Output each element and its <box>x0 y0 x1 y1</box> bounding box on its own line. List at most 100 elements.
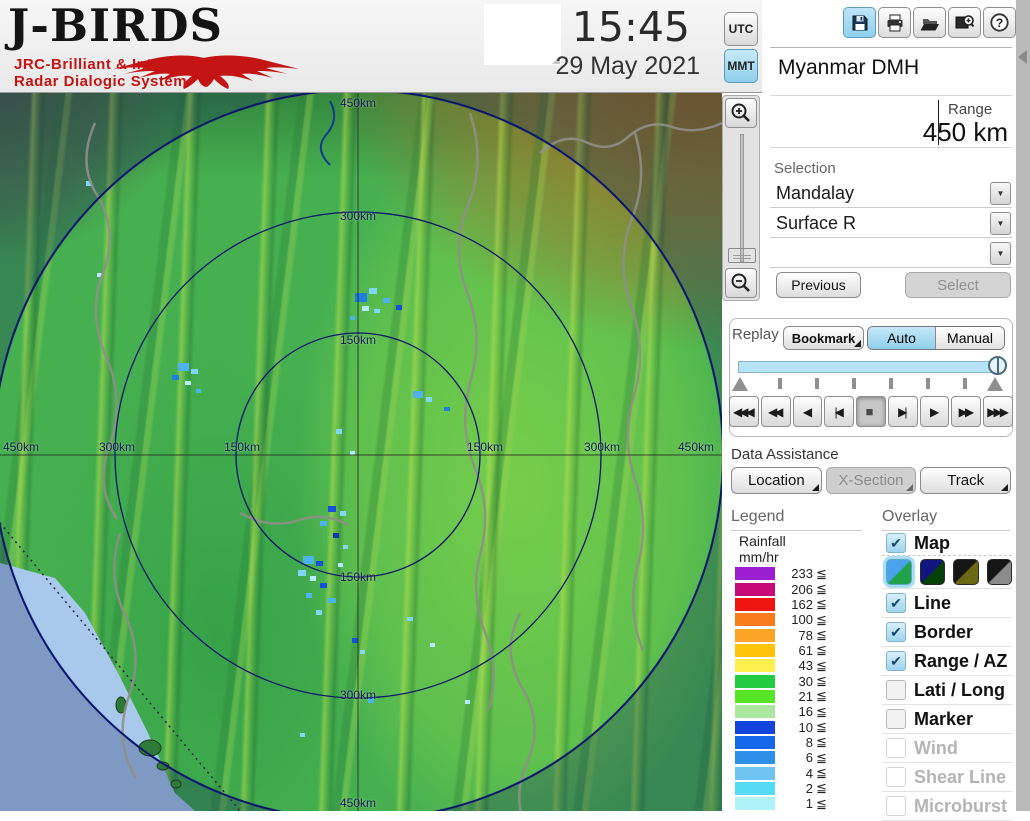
overlay-item-border[interactable]: ✔ Border <box>882 618 1012 647</box>
app-logo: J-BIRDS JRC-Brilliant & Intelligent Rada… <box>8 2 400 90</box>
chevron-down-icon[interactable]: ▼ <box>990 212 1011 235</box>
replay-slider-handle[interactable] <box>988 356 1007 375</box>
range-label: Range <box>948 101 993 118</box>
range-ring-label: 300km <box>584 440 621 454</box>
radar-map[interactable]: 450km 300km 150km 150km 300km 450km 450km 300km… <box>0 93 722 811</box>
button-label: Location <box>747 472 805 489</box>
legend-le-symbol: ≦ <box>816 780 827 796</box>
chevron-down-icon[interactable]: ▼ <box>990 182 1011 205</box>
checkbox[interactable]: ✔ <box>886 533 906 553</box>
checkbox[interactable] <box>886 796 906 816</box>
legend-title: Legend <box>731 508 862 531</box>
divider <box>770 47 1012 48</box>
slider-start-marker[interactable] <box>732 377 748 391</box>
overlay-items: ✔ Map ✔ Line ✔ Border ✔ Range / AZ Lati / Long Ma… <box>882 531 1012 821</box>
checkbox[interactable]: ✔ <box>886 622 906 642</box>
eagle-logo-icon <box>113 55 299 89</box>
bookmark-label: Bookmark <box>791 330 856 346</box>
option-dropdown[interactable]: ▼ <box>770 240 1012 268</box>
playback-button-5[interactable]: ▶| <box>887 396 918 427</box>
legend-value: 43 <box>798 658 813 674</box>
checkbox[interactable]: ✔ <box>886 593 906 613</box>
overlay-item-label: Lati / Long <box>914 679 1005 700</box>
overlay-item-shear-line[interactable]: Shear Line <box>882 763 1012 792</box>
legend-swatch <box>735 720 775 734</box>
rain-echo-cell <box>413 391 423 398</box>
previous-button[interactable]: Previous <box>776 272 861 298</box>
playback-button-4[interactable]: ■ <box>856 396 886 427</box>
rain-echo-cell <box>350 316 355 320</box>
open-file-button[interactable] <box>913 7 946 38</box>
data-assistance-label: Data Assistance <box>731 446 839 463</box>
playback-button-0[interactable]: ◀◀◀ <box>729 396 759 427</box>
overlay-item-map[interactable]: ✔ Map <box>882 531 1012 556</box>
help-button[interactable]: ? <box>983 7 1016 38</box>
auto-button[interactable]: Auto <box>868 327 936 349</box>
replay-slider-track[interactable] <box>738 361 998 373</box>
legend-value: 4 <box>805 765 813 781</box>
slider-end-marker[interactable] <box>987 377 1003 391</box>
playback-button-6[interactable]: ▶ <box>919 396 950 427</box>
playback-button-2[interactable]: ◀ <box>792 396 823 427</box>
checkbox[interactable]: ✔ <box>886 651 906 671</box>
corner-expand-icon <box>854 340 861 347</box>
checkbox[interactable] <box>886 738 906 758</box>
range-ring-label: 300km <box>339 688 377 702</box>
collapse-panel-arrow-icon[interactable] <box>1018 50 1027 64</box>
checkbox[interactable] <box>886 767 906 787</box>
manual-button[interactable]: Manual <box>936 327 1004 349</box>
playback-button-3[interactable]: |◀ <box>824 396 855 427</box>
rain-echo-cell <box>328 506 336 512</box>
range-ring-label: 300km <box>339 209 377 223</box>
legend-entry: 78 ≦ <box>735 627 855 643</box>
playback-button-8[interactable]: ▶▶▶ <box>983 396 1014 427</box>
map-style-swatch[interactable] <box>919 559 945 585</box>
checkbox[interactable] <box>886 709 906 729</box>
zoom-out-button[interactable] <box>725 268 757 298</box>
legend-entry: 10 ≦ <box>735 719 855 735</box>
location-button[interactable]: Location <box>731 467 822 494</box>
overlay-item-lati-long[interactable]: Lati / Long <box>882 676 1012 705</box>
clock-date: 29 May 2021 <box>555 52 700 80</box>
legend-entry: 4 ≦ <box>735 765 855 781</box>
save-button[interactable] <box>843 7 876 38</box>
zoom-slider-track[interactable] <box>740 134 744 262</box>
bookmark-button[interactable]: Bookmark <box>783 326 864 350</box>
print-button[interactable] <box>878 7 911 38</box>
select-button[interactable]: Select <box>905 272 1011 298</box>
product-dropdown[interactable]: Surface R ▼ <box>770 210 1012 238</box>
chevron-down-icon[interactable]: ▼ <box>990 242 1011 265</box>
slider-tick <box>926 378 930 389</box>
zoom-slider-handle[interactable] <box>728 248 756 263</box>
range-ring-label: 150km <box>467 440 504 454</box>
legend-unit-line1: Rainfall <box>739 533 786 549</box>
zoom-in-button[interactable] <box>725 98 757 128</box>
map-style-swatch[interactable] <box>986 559 1012 585</box>
overlay-item-marker[interactable]: Marker <box>882 705 1012 734</box>
legend-value: 206 <box>791 581 813 597</box>
checkbox[interactable] <box>886 680 906 700</box>
overlay-item-range-az[interactable]: ✔ Range / AZ <box>882 647 1012 676</box>
map-style-swatch[interactable] <box>953 559 979 585</box>
range-ring-label: 150km <box>339 333 377 347</box>
overlay-item-wind[interactable]: Wind <box>882 734 1012 763</box>
utc-button[interactable]: UTC <box>724 12 758 46</box>
site-dropdown[interactable]: Mandalay ▼ <box>770 180 1012 208</box>
capture-image-button[interactable] <box>948 7 981 38</box>
rain-echo-cell <box>306 593 312 598</box>
legend-value: 16 <box>798 704 813 720</box>
rain-echo-cell <box>185 381 191 385</box>
x-section-button[interactable]: X-Section <box>825 467 917 494</box>
map-style-swatch[interactable] <box>886 559 912 585</box>
overlay-item-microburst[interactable]: Microburst <box>882 792 1012 821</box>
replay-label: Replay <box>732 326 779 343</box>
rain-echo-cell <box>444 407 450 411</box>
overlay-item-line[interactable]: ✔ Line <box>882 589 1012 618</box>
playback-button-1[interactable]: ◀◀ <box>760 396 791 427</box>
playback-button-7[interactable]: ▶▶ <box>951 396 982 427</box>
track-button[interactable]: Track <box>920 467 1012 494</box>
legend-entry: 100 ≦ <box>735 612 855 627</box>
open-folder-icon <box>920 18 939 30</box>
legend-entry: 1 ≦ <box>735 796 855 811</box>
mmt-button[interactable]: MMT <box>724 49 758 83</box>
